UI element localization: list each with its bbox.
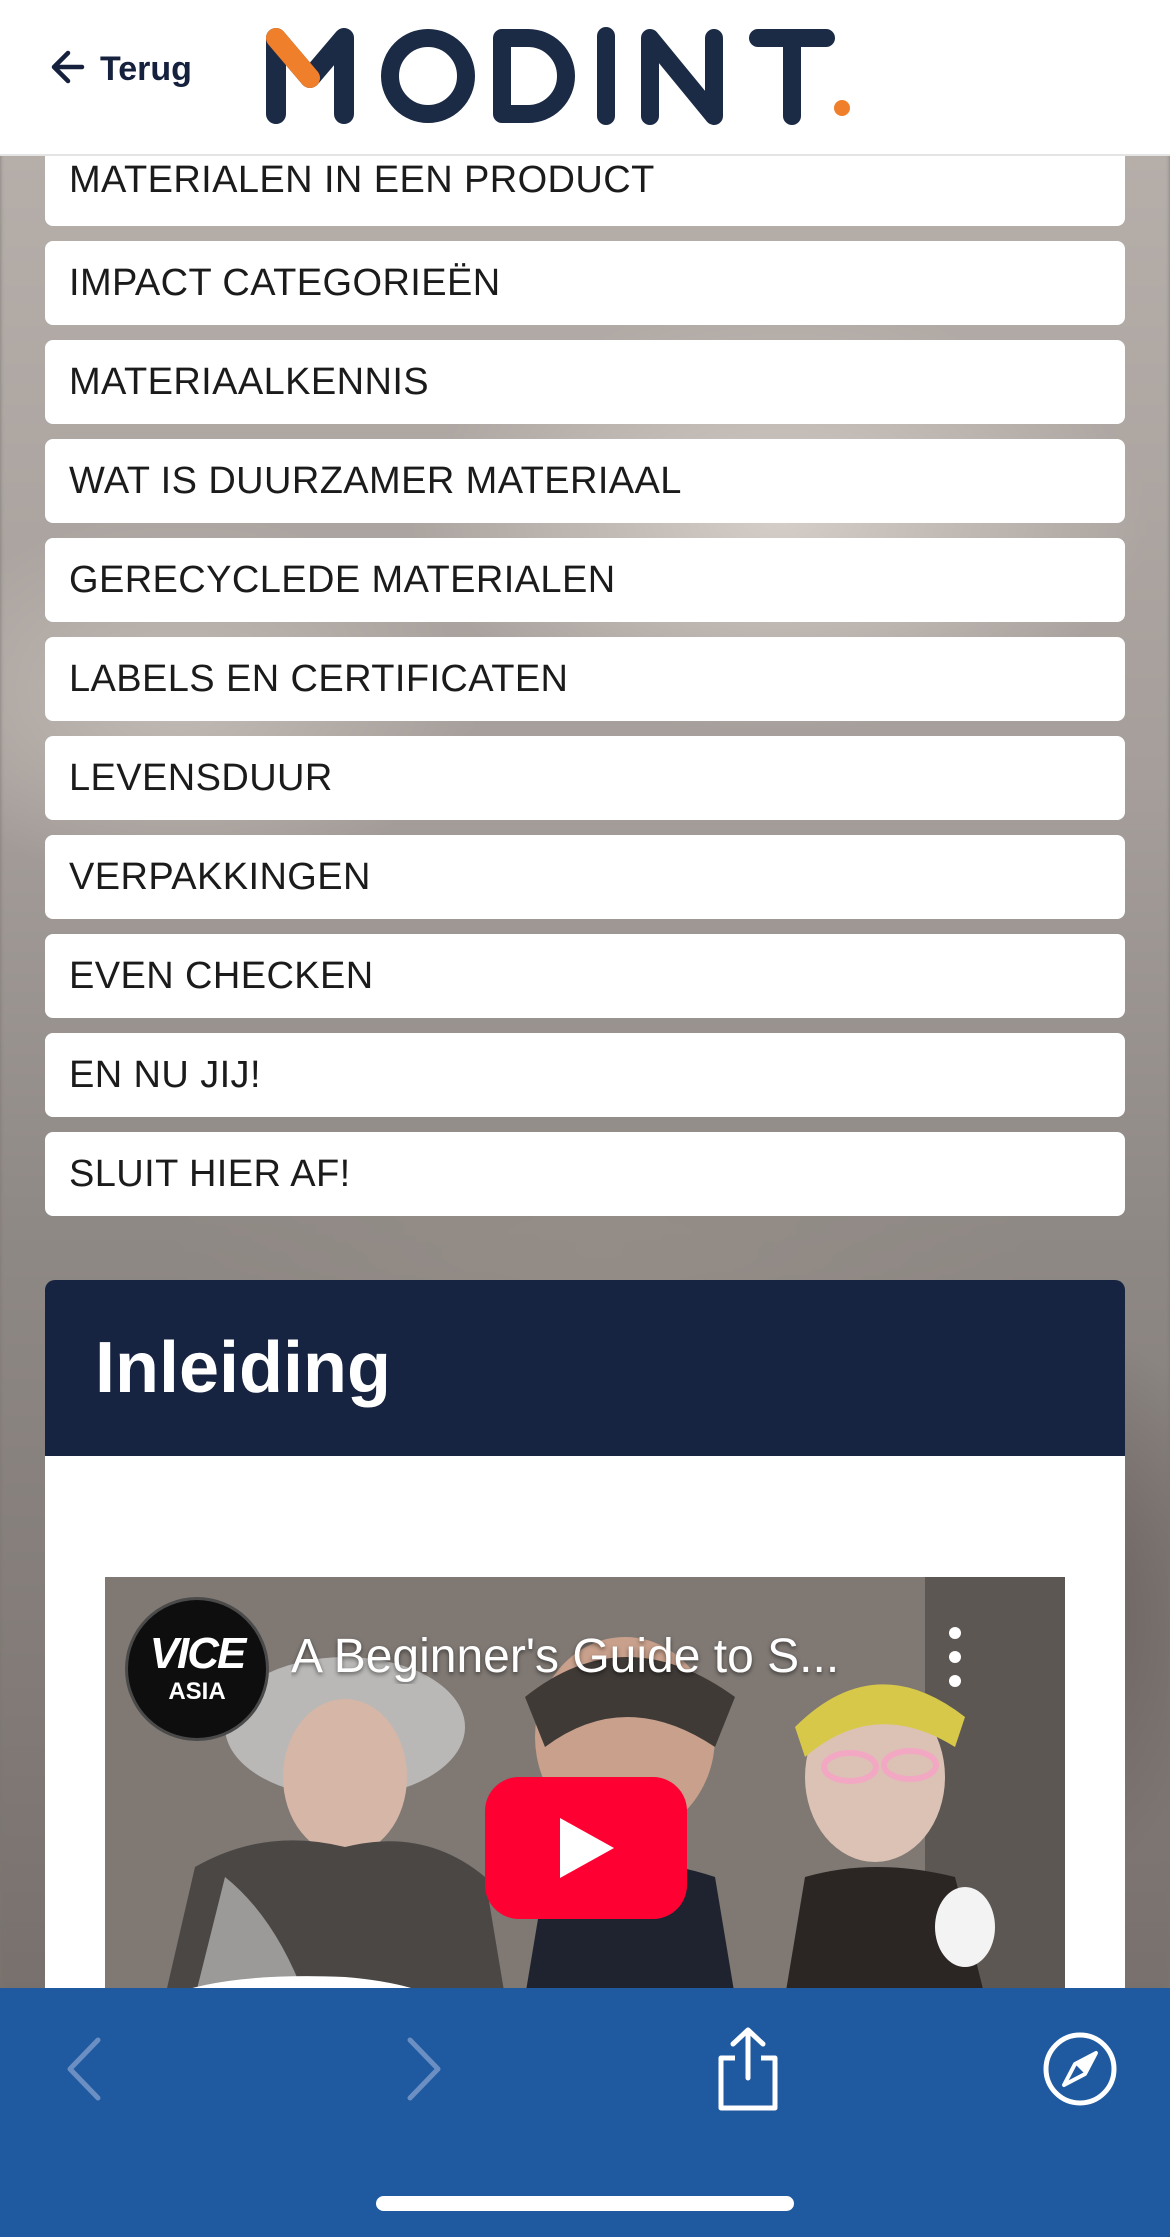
- chapter-menu: MATERIALEN IN EEN PRODUCT IMPACT CATEGOR…: [45, 133, 1125, 1216]
- section-header: Inleiding: [45, 1280, 1125, 1456]
- menu-item[interactable]: VERPAKKINGEN: [45, 835, 1125, 919]
- video-title[interactable]: A Beginner's Guide to S...: [291, 1629, 931, 1684]
- channel-avatar[interactable]: VICE ASIA: [125, 1597, 269, 1741]
- chevron-left-icon[interactable]: [40, 2024, 130, 2114]
- arrow-left-icon: [46, 47, 86, 92]
- more-options-icon[interactable]: [935, 1627, 975, 1687]
- menu-item[interactable]: GERECYCLEDE MATERIALEN: [45, 538, 1125, 622]
- menu-item[interactable]: EN NU JIJ!: [45, 1033, 1125, 1117]
- menu-item[interactable]: SLUIT HIER AF!: [45, 1132, 1125, 1216]
- back-button[interactable]: Terug: [46, 44, 192, 94]
- share-icon[interactable]: [703, 2024, 793, 2114]
- channel-logo-sub: ASIA: [168, 1678, 226, 1705]
- section-title: Inleiding: [95, 1328, 391, 1408]
- menu-item[interactable]: EVEN CHECKEN: [45, 934, 1125, 1018]
- menu-item[interactable]: WAT IS DUURZAMER MATERIAAL: [45, 439, 1125, 523]
- menu-item[interactable]: LEVENSDUUR: [45, 736, 1125, 820]
- menu-item[interactable]: LABELS EN CERTIFICATEN: [45, 637, 1125, 721]
- back-label: Terug: [100, 49, 192, 88]
- home-indicator: [376, 2196, 794, 2211]
- play-icon: [560, 1818, 614, 1878]
- play-button[interactable]: [485, 1777, 687, 1919]
- menu-item[interactable]: MATERIAALKENNIS: [45, 340, 1125, 424]
- modint-logo: [266, 22, 866, 128]
- menu-item[interactable]: IMPACT CATEGORIEËN: [45, 241, 1125, 325]
- compass-icon[interactable]: [1035, 2024, 1125, 2114]
- chevron-right-icon[interactable]: [378, 2024, 468, 2114]
- channel-logo-text: VICE: [149, 1629, 247, 1678]
- app-header: Terug: [0, 0, 1170, 156]
- youtube-video-embed[interactable]: VICE ASIA A Beginner's Guide to S...: [105, 1577, 1065, 1997]
